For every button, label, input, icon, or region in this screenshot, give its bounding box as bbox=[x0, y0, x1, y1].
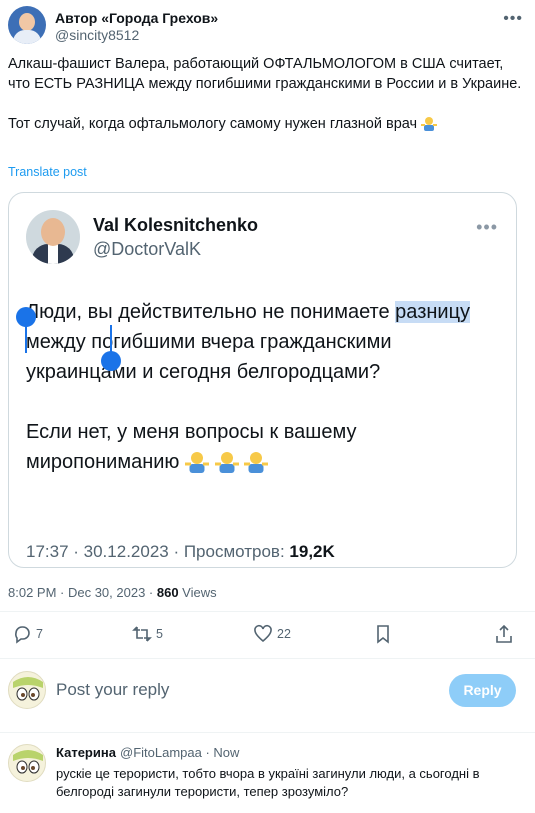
man-shrugging-emoji-icon bbox=[185, 452, 209, 473]
selection-end-handle[interactable] bbox=[101, 351, 121, 371]
divider bbox=[0, 658, 535, 659]
reply-input[interactable]: Post your reply bbox=[56, 680, 169, 700]
commenter-avatar[interactable] bbox=[8, 744, 46, 782]
bookmark-icon bbox=[377, 625, 389, 644]
man-shrugging-emoji-icon bbox=[214, 452, 239, 473]
author-display-name[interactable]: Автор «Города Грехов» bbox=[55, 10, 218, 26]
more-options-icon[interactable]: ••• bbox=[503, 10, 523, 28]
reply-count: 7 bbox=[36, 627, 43, 641]
repost-count: 5 bbox=[156, 627, 163, 641]
post-text-paragraph: Тот случай, когда офтальмологу самому ну… bbox=[8, 114, 523, 134]
bookmark-action[interactable] bbox=[373, 624, 393, 644]
selected-text[interactable]: разницу bbox=[395, 301, 471, 323]
quoted-more-icon[interactable]: ••• bbox=[476, 217, 498, 238]
quoted-text-end: между погибшими вчера гражданскими украи… bbox=[26, 331, 392, 383]
current-user-avatar[interactable] bbox=[8, 671, 46, 709]
quoted-author-avatar[interactable] bbox=[26, 210, 80, 264]
reply-action[interactable]: 7 bbox=[12, 624, 43, 644]
share-action[interactable] bbox=[494, 624, 514, 644]
views-count: 860 bbox=[156, 585, 179, 600]
heart-icon bbox=[254, 624, 272, 643]
repost-action[interactable]: 5 bbox=[132, 624, 163, 644]
share-icon bbox=[496, 624, 512, 643]
commenter-handle[interactable]: @FitoLampaa · Now bbox=[120, 745, 239, 760]
author-avatar[interactable] bbox=[8, 6, 46, 44]
quoted-post-text: Люди, вы действительно не понимаете разн… bbox=[26, 297, 506, 477]
character-face-icon bbox=[13, 677, 43, 701]
post-text: Алкаш-фашист Валера, работающий ОФТАЛЬМО… bbox=[8, 54, 523, 134]
reply-button[interactable]: Reply bbox=[449, 674, 516, 707]
timestamp-text[interactable]: 8:02 PM · Dec 30, 2023 · bbox=[8, 585, 157, 600]
quoted-author-handle[interactable]: @DoctorValK bbox=[93, 239, 201, 260]
comment-text: рускіе це терористи, тобто вчора в украї… bbox=[56, 766, 480, 799]
post-text-line: Тот случай, когда офтальмологу самому ну… bbox=[8, 116, 418, 132]
quoted-paragraph: Если нет, у меня вопросы к вашему миропо… bbox=[26, 417, 506, 477]
divider bbox=[0, 611, 535, 612]
character-face-icon bbox=[13, 750, 43, 774]
quoted-paragraph: Люди, вы действительно не понимаете разн… bbox=[26, 297, 506, 387]
man-shrugging-emoji-icon bbox=[421, 117, 438, 131]
quoted-views-count: 19,2K bbox=[289, 542, 335, 561]
like-action[interactable]: 22 bbox=[253, 624, 291, 644]
author-handle[interactable]: @sincity8512 bbox=[55, 27, 139, 43]
man-shrugging-emoji-icon bbox=[244, 452, 269, 473]
reply-icon bbox=[15, 626, 30, 644]
quoted-text-start: Люди, вы действительно не понимаете bbox=[26, 301, 396, 323]
quoted-meta-text: 17:37 · 30.12.2023 · Просмотров: bbox=[26, 542, 290, 561]
selection-start-handle[interactable] bbox=[16, 307, 36, 327]
quoted-author-name[interactable]: Val Kolesnitchenko bbox=[93, 215, 258, 236]
like-count: 22 bbox=[277, 627, 291, 641]
views-label: Views bbox=[178, 585, 217, 600]
commenter-name[interactable]: Катерина bbox=[56, 745, 116, 760]
repost-icon bbox=[132, 626, 152, 642]
quoted-post-card[interactable]: Val Kolesnitchenko @DoctorValK ••• Люди,… bbox=[8, 192, 517, 568]
post-header: Автор «Города Грехов» @sincity8512 ••• bbox=[8, 6, 527, 46]
post-timestamp: 8:02 PM · Dec 30, 2023 · 860 Views bbox=[8, 585, 217, 600]
divider bbox=[0, 732, 535, 733]
quoted-post-meta: 17:37 · 30.12.2023 · Просмотров: 19,2K bbox=[26, 542, 335, 562]
post-actions: 7 5 22 bbox=[0, 624, 535, 650]
translate-post-link[interactable]: Translate post bbox=[8, 165, 87, 179]
post-text-paragraph: Алкаш-фашист Валера, работающий ОФТАЛЬМО… bbox=[8, 56, 522, 92]
